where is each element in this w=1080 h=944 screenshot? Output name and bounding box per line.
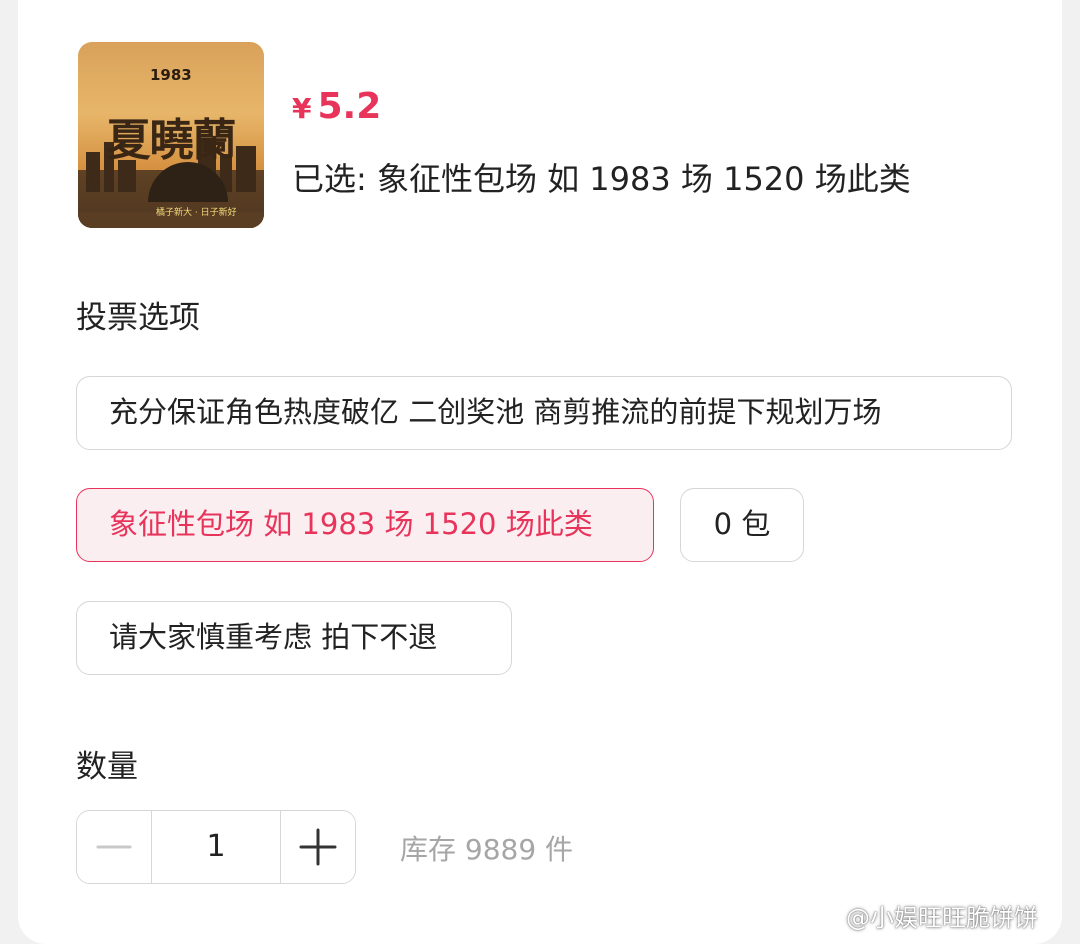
increase-button[interactable] <box>280 811 355 883</box>
decrease-button[interactable] <box>77 811 152 883</box>
quantity-stepper: 1 <box>76 810 356 884</box>
watermark-text: @小娱旺旺脆饼饼 <box>846 904 1038 932</box>
plus-icon <box>299 828 337 866</box>
option-symbolic-booking[interactable]: 象征性包场 如 1983 场 1520 场此类 <box>76 488 654 562</box>
cover-title: 夏曉蘭 <box>106 115 237 166</box>
option-zero-booking[interactable]: 0 包 <box>680 488 804 562</box>
weibo-icon <box>811 905 839 927</box>
price: ¥5.2 <box>292 86 381 127</box>
stock-count: 库存 9889 件 <box>400 833 574 866</box>
sku-selection-sheet: 1983 夏曉蘭 橘子新大 · 日子新好 ¥5.2 已选: 象征性包场 如 19… <box>18 0 1062 944</box>
selected-variant-text: 已选: 象征性包场 如 1983 场 1520 场此类 <box>292 160 911 198</box>
quantity-title: 数量 <box>76 749 138 785</box>
option-large-scale[interactable]: 充分保证角色热度破亿 二创奖池 商剪推流的前提下规划万场 <box>76 376 1012 450</box>
cover-slogan: 橘子新大 · 日子新好 <box>156 208 237 218</box>
price-currency: ¥ <box>292 92 312 125</box>
cover-badge: 1983 <box>150 66 192 84</box>
product-cover-image: 1983 夏曉蘭 橘子新大 · 日子新好 <box>78 42 264 228</box>
quantity-value[interactable]: 1 <box>152 811 280 883</box>
price-amount: 5.2 <box>317 86 382 127</box>
minus-icon <box>96 845 132 849</box>
vote-options-title: 投票选项 <box>76 300 200 336</box>
option-notice-no-refund[interactable]: 请大家慎重考虑 拍下不退 <box>76 601 512 675</box>
weibo-watermark: @小娱旺旺脆饼饼 <box>810 898 1038 933</box>
